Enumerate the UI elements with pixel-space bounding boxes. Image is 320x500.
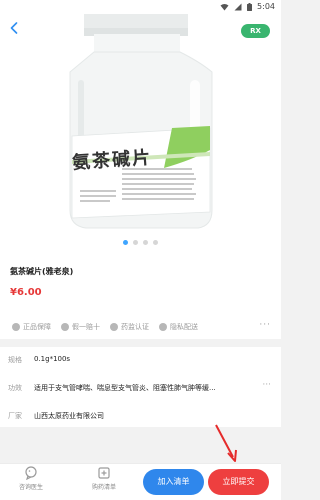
more-icon[interactable]: ···	[262, 380, 271, 390]
badge-icon	[61, 323, 69, 331]
product-info-card: 氨茶碱片(雅老泉) ¥6.00 正品保障 假一赔十 药监认证 隐私配送 ···	[0, 253, 281, 339]
signal-icon	[234, 3, 242, 11]
carousel-indicator	[0, 240, 281, 245]
battery-icon	[247, 3, 253, 11]
product-image-label: 氨茶碱片	[71, 147, 153, 174]
spec-row-manufacturer: 厂家 山西太原药业有限公司	[0, 405, 281, 429]
carousel-dot[interactable]	[133, 240, 138, 245]
certified-icon	[110, 323, 118, 331]
tag-item: 隐私配送	[159, 322, 198, 332]
product-detail-screen: 氨茶碱片 RX 5:04 氨茶碱片(雅老泉) ¥6.00 正品保障 假一赔十 药…	[0, 0, 281, 500]
chevron-left-icon	[10, 22, 18, 34]
tag-label: 假一赔十	[72, 323, 100, 331]
bottom-action-bar: 咨询医生 购药清单 加入清单 立即提交	[0, 463, 281, 500]
back-button[interactable]	[6, 19, 22, 37]
tab-medicine-list[interactable]: 购药清单	[79, 466, 129, 491]
tag-item: 假一赔十	[61, 322, 100, 332]
status-bar: 5:04	[0, 0, 281, 14]
spec-value: 适用于支气管哮喘、喘息型支气管炎、阻塞性肺气肿等缓...	[34, 384, 216, 392]
spec-row-size: 规格 0.1g*100s	[0, 349, 281, 373]
carousel-dot[interactable]	[143, 240, 148, 245]
tab-consult-doctor[interactable]: 咨询医生	[6, 466, 56, 491]
spec-label: 功效	[8, 384, 22, 392]
shield-icon	[12, 323, 20, 331]
spec-value: 山西太原药业有限公司	[34, 412, 104, 420]
product-price: ¥6.00	[10, 287, 42, 298]
add-to-list-button[interactable]: 加入清单	[143, 469, 204, 495]
spec-value: 0.1g*100s	[34, 355, 71, 363]
spec-label: 厂家	[8, 412, 22, 420]
wifi-icon	[220, 4, 229, 11]
spec-row-efficacy[interactable]: 功效 适用于支气管哮喘、喘息型支气管炎、阻塞性肺气肿等缓... ···	[0, 377, 281, 401]
guarantee-tags: 正品保障 假一赔十 药监认证 隐私配送	[12, 322, 208, 332]
product-hero: 氨茶碱片 RX	[0, 0, 281, 253]
spec-list: 规格 0.1g*100s 功效 适用于支气管哮喘、喘息型支气管炎、阻塞性肺气肿等…	[0, 347, 281, 427]
carousel-dot[interactable]	[123, 240, 128, 245]
lock-icon	[159, 323, 167, 331]
product-name: 氨茶碱片(雅老泉)	[10, 267, 74, 276]
tab-label: 购药清单	[91, 484, 116, 491]
product-image[interactable]	[52, 0, 228, 236]
carousel-dot[interactable]	[153, 240, 158, 245]
spec-label: 规格	[8, 356, 22, 364]
tab-label: 咨询医生	[18, 484, 43, 491]
tag-label: 正品保障	[23, 323, 51, 331]
tag-item: 药监认证	[110, 322, 149, 332]
tag-label: 药监认证	[121, 323, 149, 331]
rx-badge: RX	[241, 24, 270, 38]
tag-item: 正品保障	[12, 322, 51, 332]
tag-label: 隐私配送	[170, 323, 198, 331]
cart-list-icon	[98, 467, 110, 479]
submit-now-button[interactable]: 立即提交	[208, 469, 269, 495]
chat-bubble-icon	[25, 466, 37, 480]
status-time: 5:04	[257, 2, 275, 11]
annotation-arrow	[215, 424, 237, 462]
more-icon[interactable]: ···	[259, 320, 271, 330]
